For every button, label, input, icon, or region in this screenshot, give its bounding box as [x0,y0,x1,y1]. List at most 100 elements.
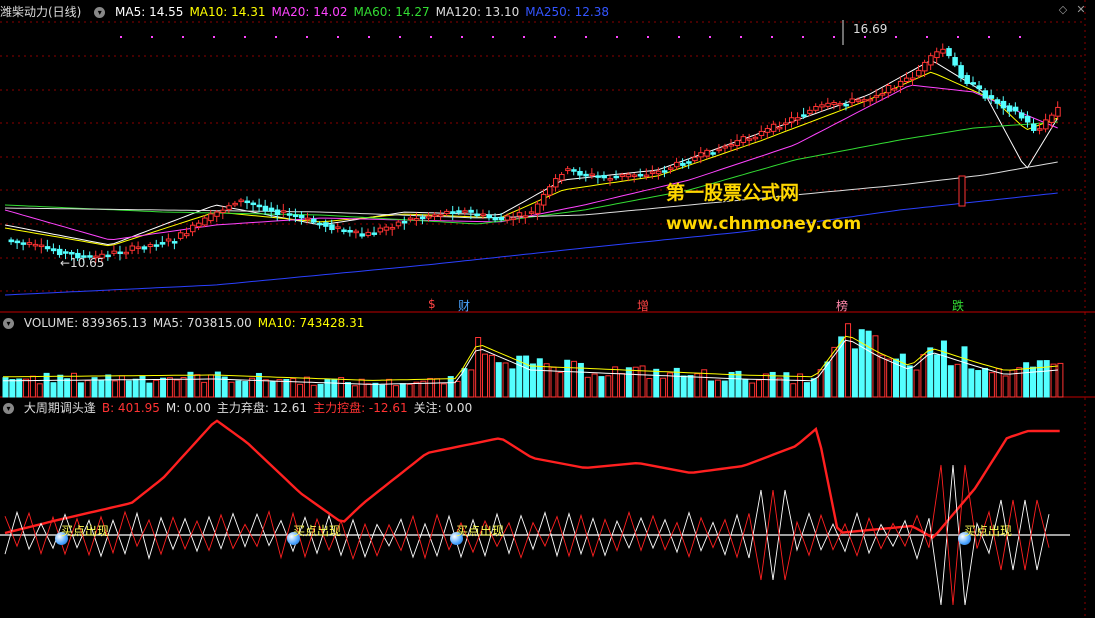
marker-dot [647,36,649,38]
volume-bar [249,377,256,398]
candle-body [444,210,450,215]
chevron-down-icon[interactable]: ▾ [94,7,106,18]
candle-body [619,174,626,177]
candle-body [547,186,553,196]
volume-bar [865,330,872,398]
marker-dot [368,36,370,38]
candle-body [964,75,970,84]
volume-bar [372,382,379,398]
candle-body [20,242,27,245]
candle-body [668,167,674,170]
marker-dot [988,36,990,38]
volume-legend: VOLUME: 839365.13 MA5: 703815.00 MA10: 743… [24,316,371,330]
volume-bar [858,329,865,398]
volume-bar [358,378,365,398]
candle-body [196,222,202,228]
volume-bar [982,367,989,398]
indicator-label: 大周期调头逢 [23,401,96,415]
volume-bar [276,379,283,398]
volume-bar [653,368,660,398]
ma-label: MA5: 14.55 [115,5,184,19]
candle-body [335,226,341,229]
volume-bar [557,372,564,398]
candle-body [758,130,765,136]
volume-bar [632,366,639,398]
candle-body [135,246,142,249]
candle-body [625,173,632,178]
candle-body [879,93,886,96]
volume-bar [440,383,447,398]
candle-body [371,232,378,235]
volume-bar [221,376,228,398]
candle-body [250,202,257,206]
volume-bar [742,378,749,398]
candle-body [680,162,686,166]
price-panel[interactable]: 潍柴动力(日线) ▾ MA5: 14.55 MA10: 14.31 MA20: 14… [0,0,1095,313]
indicator-panel[interactable]: ▾ 大周期调头逢 B: 401.95 M: 0.00 主力弃盘: 12.61 主力控盘:… [0,398,1095,618]
price-chart[interactable] [0,0,1095,313]
volume-bar [310,384,317,398]
volume-bar [988,372,995,398]
event-marker[interactable]: 增 [637,297,649,314]
diamond-icon[interactable]: ◇ [1057,4,1069,16]
candle-body [1031,123,1037,131]
volume-bar [913,369,920,398]
volume-bar [153,379,160,398]
candle-body [831,101,837,105]
candle-body [347,230,353,233]
event-marker[interactable]: 榜 [836,297,848,314]
volume-bar [132,378,139,398]
candle-body [1012,106,1019,112]
candle-body [782,122,789,125]
close-icon[interactable]: ✕ [1075,4,1087,16]
volume-bar [98,380,105,398]
candle-body [873,95,880,98]
candle-body [510,217,517,221]
stock-title: 潍柴动力(日线) [0,5,82,19]
volume-bar [899,353,906,398]
volume-bar [550,366,557,398]
volume-bar [201,381,208,398]
volume-bar [797,373,804,398]
chevron-down-icon[interactable]: ▾ [3,318,14,329]
event-marker[interactable]: 财 [458,297,470,314]
volume-bar [1023,362,1030,398]
candle-body [1018,112,1025,119]
indicator-label: 主力控盘: -12.61 [313,401,408,415]
indicator-chart[interactable] [0,398,1095,618]
volume-bar [187,371,194,398]
candle-body [190,224,196,233]
ma-label: MA60: 14.27 [353,5,430,19]
volume-bar [427,377,434,398]
volume-bar [317,383,324,398]
volume-bar [872,335,879,398]
marker-dot [306,36,308,38]
candle-body [825,102,831,107]
volume-bar [947,365,954,398]
candle-body [843,103,849,107]
marker-dot [554,36,556,38]
volume-bar [714,379,721,398]
volume-bar [194,374,201,398]
candle-body [432,214,438,217]
candle-body [698,152,704,158]
volume-bar [242,381,249,398]
volume-bar [762,373,769,398]
candle-body [813,105,819,111]
candle-body [764,128,771,133]
volume-bar [502,362,509,398]
candle-body [770,123,777,132]
candle-body [305,217,311,221]
candle-body [867,98,874,102]
low-price-label: ←10.65 [60,256,105,270]
candle-body [492,217,499,221]
volume-bar [413,381,420,398]
candle-body [661,170,668,173]
candle-body [468,209,474,213]
event-marker[interactable]: $ [428,297,436,311]
chevron-down-icon[interactable]: ▾ [3,403,14,414]
event-marker[interactable]: 跌 [952,297,964,314]
candle-body [365,231,371,236]
volume-panel[interactable]: ▾ VOLUME: 839365.13 MA5: 703815.00 MA10: 7… [0,313,1095,398]
candle-body [426,215,432,219]
